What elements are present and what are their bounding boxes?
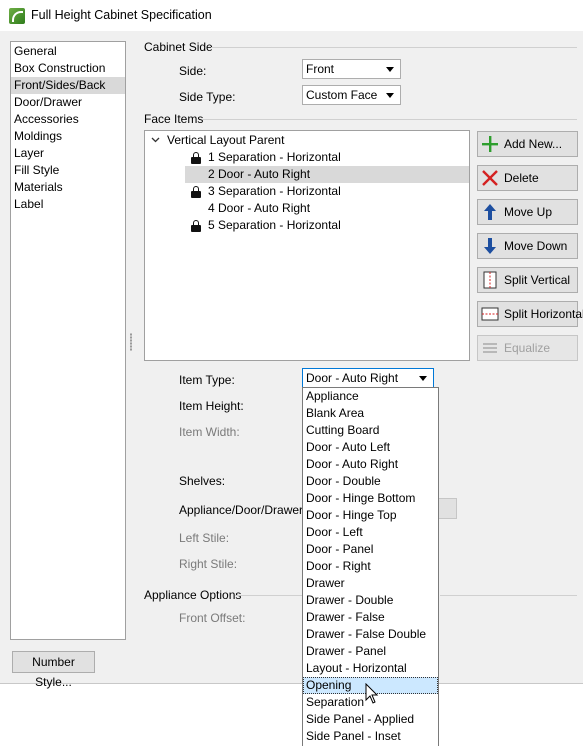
front-offset-label: Front Offset: [179, 611, 246, 625]
option-side-panel-inset[interactable]: Side Panel - Inset [303, 728, 438, 745]
side-label: Side: [179, 64, 207, 78]
appliance-options-divider-left [235, 595, 303, 596]
panel-splitter[interactable] [130, 333, 132, 351]
item-height-label: Item Height: [179, 399, 244, 413]
appliance-door-drawer-label: Appliance/Door/Drawer: [179, 503, 307, 517]
option-appliance[interactable]: Appliance [303, 388, 438, 405]
split-vertical-button[interactable]: Split Vertical [477, 267, 578, 293]
option-door-panel[interactable]: Door - Panel [303, 541, 438, 558]
tree-item-3[interactable]: 3 Separation - Horizontal [208, 183, 341, 200]
app-icon [9, 8, 25, 24]
category-general[interactable]: General [11, 43, 125, 60]
tree-item-5[interactable]: 5 Separation - Horizontal [208, 217, 341, 234]
move-up-label: Move Up [504, 205, 553, 219]
side-type-value: Custom Face [306, 88, 378, 102]
category-door-drawer[interactable]: Door/Drawer [11, 94, 125, 111]
option-cutting-board[interactable]: Cutting Board [303, 422, 438, 439]
option-drawer[interactable]: Drawer [303, 575, 438, 592]
side-type-select[interactable]: Custom Face [302, 85, 401, 105]
move-down-label: Move Down [504, 239, 568, 253]
cabinet-side-divider [211, 47, 577, 48]
option-door-right[interactable]: Door - Right [303, 558, 438, 575]
blue-down-arrow-icon [484, 238, 496, 254]
split-horizontal-icon [481, 307, 499, 321]
face-items-tree[interactable]: Vertical Layout Parent 1 Separation - Ho… [144, 130, 470, 361]
tree-root[interactable]: Vertical Layout Parent [167, 132, 284, 149]
blue-up-arrow-icon [484, 204, 496, 220]
lock-icon [191, 220, 201, 232]
option-door-hinge-top[interactable]: Door - Hinge Top [303, 507, 438, 524]
window-title: Full Height Cabinet Specification [31, 8, 212, 22]
option-layout-horizontal[interactable]: Layout - Horizontal [303, 660, 438, 677]
lock-icon [191, 186, 201, 198]
appliance-options-divider-right [440, 595, 577, 596]
add-new-button[interactable]: Add New... [477, 131, 578, 157]
green-plus-icon [482, 136, 498, 152]
tree-item-2-label: 2 Door - Auto Right [208, 167, 311, 181]
equalize-button[interactable]: Equalize [477, 335, 578, 361]
category-moldings[interactable]: Moldings [11, 128, 125, 145]
title-bar: Full Height Cabinet Specification [0, 0, 583, 31]
item-type-select[interactable]: Door - Auto Right [302, 368, 434, 388]
option-drawer-panel[interactable]: Drawer - Panel [303, 643, 438, 660]
appliance-door-drawer-button[interactable] [437, 498, 457, 519]
option-door-hinge-bottom[interactable]: Door - Hinge Bottom [303, 490, 438, 507]
category-front-sides-back[interactable]: Front/Sides/Back [11, 77, 125, 94]
left-stile-label: Left Stile: [179, 531, 230, 545]
right-stile-label: Right Stile: [179, 557, 238, 571]
split-vertical-label: Split Vertical [504, 273, 571, 287]
side-value: Front [306, 62, 335, 76]
face-items-divider [202, 119, 577, 120]
category-list[interactable]: General Box Construction Front/Sides/Bac… [10, 41, 126, 640]
option-door-auto-right[interactable]: Door - Auto Right [303, 456, 438, 473]
option-drawer-double[interactable]: Drawer - Double [303, 592, 438, 609]
item-type-label: Item Type: [179, 373, 235, 387]
cabinet-side-heading: Cabinet Side [144, 40, 213, 54]
option-blank-area[interactable]: Blank Area [303, 405, 438, 422]
move-down-button[interactable]: Move Down [477, 233, 578, 259]
item-width-label: Item Width: [179, 425, 240, 439]
face-items-heading: Face Items [144, 112, 204, 126]
chevron-down-icon [386, 93, 394, 98]
option-door-auto-left[interactable]: Door - Auto Left [303, 439, 438, 456]
tree-item-4[interactable]: 4 Door - Auto Right [208, 200, 310, 217]
category-label[interactable]: Label [11, 196, 125, 213]
category-layer[interactable]: Layer [11, 145, 125, 162]
tree-item-2-selected[interactable]: 2 Door - Auto Right [185, 166, 469, 183]
delete-label: Delete [504, 171, 539, 185]
number-style-button[interactable]: Number Style... [12, 651, 95, 689]
side-select[interactable]: Front [302, 59, 401, 79]
option-door-left[interactable]: Door - Left [303, 524, 438, 541]
category-accessories[interactable]: Accessories [11, 111, 125, 128]
tree-item-1[interactable]: 1 Separation - Horizontal [208, 149, 341, 166]
chevron-down-icon [386, 67, 394, 72]
chevron-down-icon [419, 376, 427, 381]
option-drawer-false[interactable]: Drawer - False [303, 609, 438, 626]
category-materials[interactable]: Materials [11, 179, 125, 196]
split-horizontal-button[interactable]: Split Horizontal [477, 301, 583, 327]
side-type-label: Side Type: [179, 90, 236, 104]
category-box-construction[interactable]: Box Construction [11, 60, 125, 77]
category-fill-style[interactable]: Fill Style [11, 162, 125, 179]
delete-button[interactable]: Delete [477, 165, 578, 191]
move-up-button[interactable]: Move Up [477, 199, 578, 225]
appliance-options-heading: Appliance Options [144, 588, 242, 602]
equalize-icon [483, 343, 497, 353]
equalize-label: Equalize [504, 341, 551, 355]
option-door-double[interactable]: Door - Double [303, 473, 438, 490]
red-x-icon [482, 170, 498, 186]
split-horizontal-label: Split Horizontal [504, 307, 583, 321]
expand-chevron-icon[interactable] [151, 137, 160, 143]
shelves-label: Shelves: [179, 474, 226, 488]
option-drawer-false-double[interactable]: Drawer - False Double [303, 626, 438, 643]
item-type-value: Door - Auto Right [306, 371, 399, 385]
split-vertical-icon [483, 271, 497, 289]
mouse-pointer-icon [365, 683, 379, 704]
add-new-label: Add New... [504, 137, 563, 151]
option-side-panel-applied[interactable]: Side Panel - Applied [303, 711, 438, 728]
lock-icon [191, 152, 201, 164]
